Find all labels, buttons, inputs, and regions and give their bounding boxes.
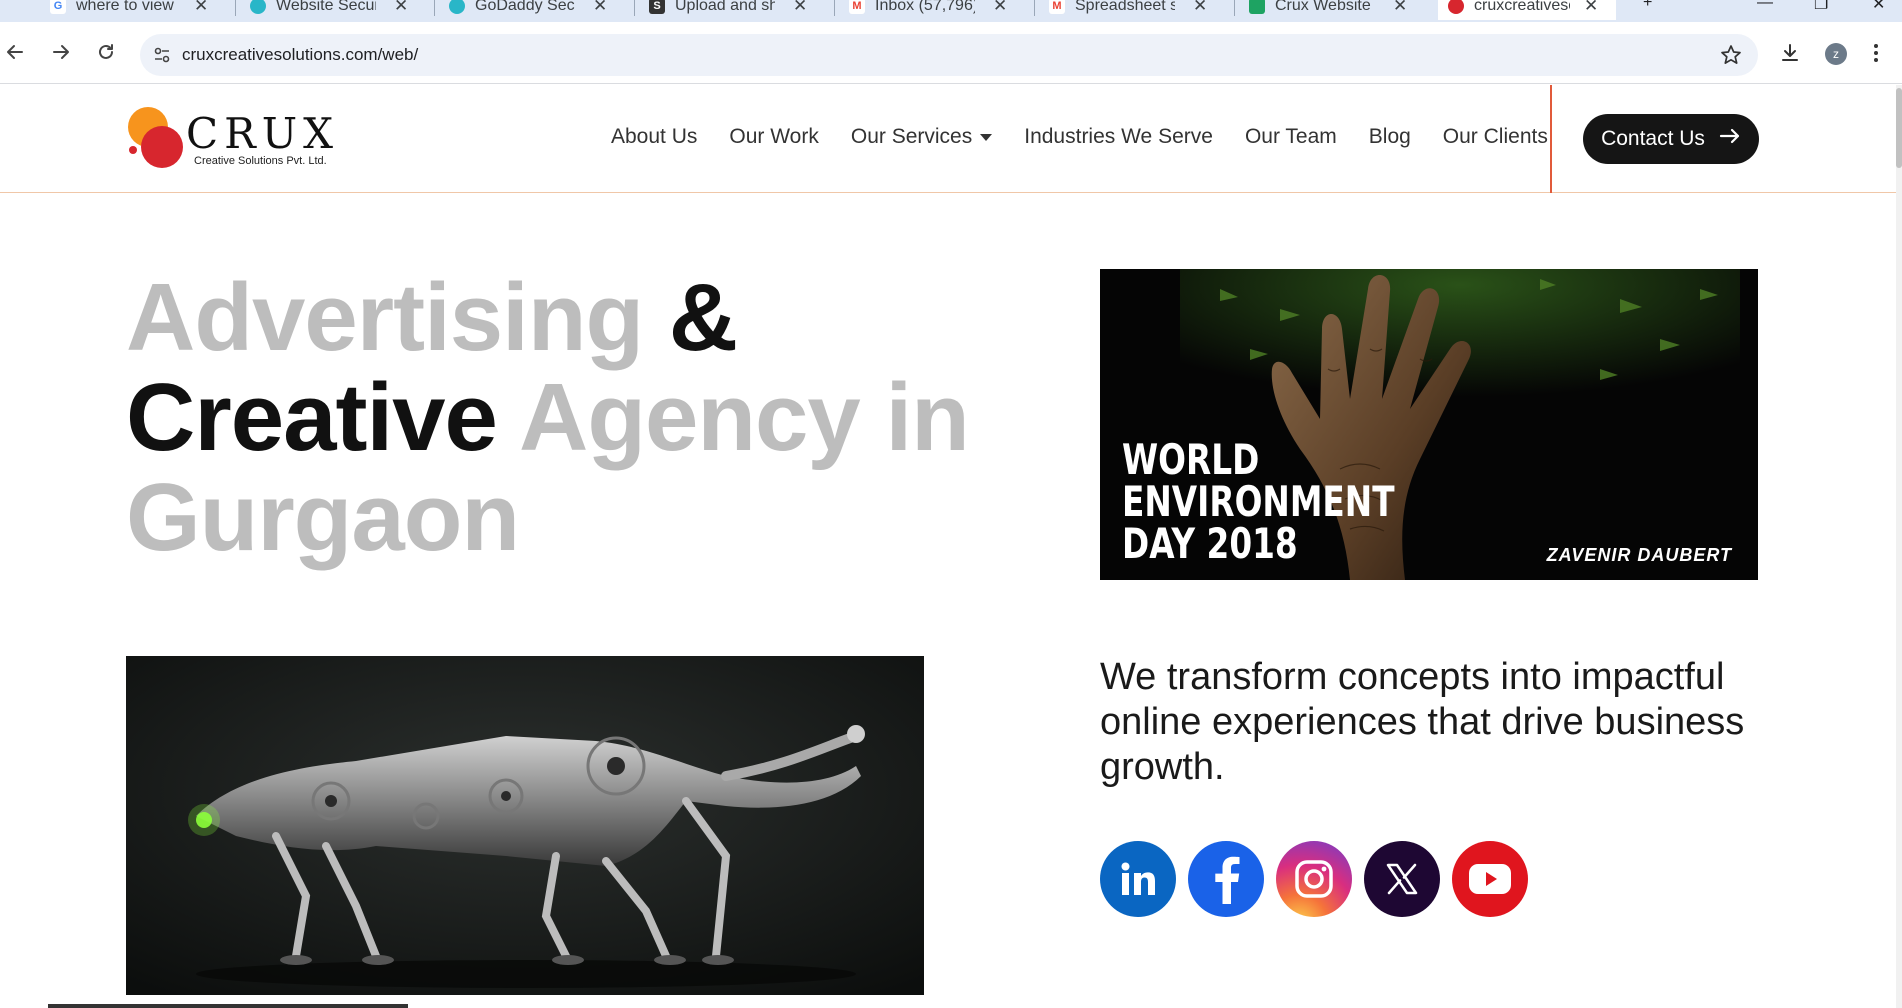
tab-website-security[interactable]: Website Security ✕ [250,0,408,20]
tab-separator [235,0,236,16]
linkedin-icon[interactable] [1100,841,1176,917]
tab-crux-active[interactable]: cruxcreativesolu ✕ [1438,0,1616,20]
browser-menu-icon[interactable] [1872,42,1880,69]
tab-label: where to view m [76,0,176,14]
site-header: CRUX Creative Solutions Pvt. Ltd. About … [0,85,1896,193]
youtube-icon[interactable] [1452,841,1528,917]
nav-about-us[interactable]: About Us [611,125,697,149]
contact-us-button[interactable]: Contact Us [1583,114,1759,164]
tab-label: Upload and shar [675,0,775,14]
arrow-right-icon [1719,127,1741,151]
hero-word-ampersand: & [668,264,738,371]
bookmark-star-icon[interactable] [1720,44,1742,71]
tab-separator [1234,0,1235,16]
tab-separator [834,0,835,16]
nav-our-work[interactable]: Our Work [729,125,818,149]
tab-upload-share[interactable]: S Upload and shar ✕ [649,0,807,20]
robotic-cheetah-image [126,656,924,995]
hero-heading: Advertising & Creative Agency in Gurgaon [126,268,1026,568]
close-tab-icon[interactable]: ✕ [793,0,807,16]
gmail-icon: M [1049,0,1065,14]
caret-down-icon [980,133,993,141]
tab-gmail-inbox[interactable]: M Inbox (57,796) - ✕ [849,0,1007,20]
social-links [1100,841,1540,917]
nav-our-services[interactable]: Our Services [850,125,993,149]
close-tab-icon[interactable]: ✕ [1193,0,1207,16]
downloads-icon[interactable] [1779,42,1801,69]
logo-tagline: Creative Solutions Pvt. Ltd. [194,155,327,167]
close-tab-icon[interactable]: ✕ [1393,0,1407,16]
nav-our-clients[interactable]: Our Clients [1443,125,1548,149]
hero-word-agency-in: Agency in [519,364,970,471]
tab-label: cruxcreativesolu [1474,0,1570,14]
sb-icon: S [649,0,665,14]
window-close-icon[interactable]: ✕ [1872,0,1885,14]
gmail-icon: M [849,0,865,14]
tab-label: Spreadsheet sha [1075,0,1175,14]
env-title-line-3: DAY 2018 [1122,519,1298,568]
close-tab-icon[interactable]: ✕ [194,0,208,16]
header-divider [1550,85,1552,193]
tab-label: Crux Website pr [1275,0,1375,14]
env-day-title: WORLD ENVIRONMENT DAY 2018 [1122,439,1395,565]
world-environment-day-image: WORLD ENVIRONMENT DAY 2018 ZAVENIR DAUBE… [1100,269,1758,580]
tab-separator [1034,0,1035,16]
hero-word-creative: Creative [126,364,498,471]
nav-industries[interactable]: Industries We Serve [1024,125,1213,149]
page-scrollbar-thumb[interactable] [1896,88,1902,168]
nav-our-team[interactable]: Our Team [1245,125,1337,149]
new-tab-icon[interactable]: + [1643,0,1652,12]
close-tab-icon[interactable]: ✕ [1584,0,1598,16]
facebook-icon[interactable] [1188,841,1264,917]
tab-separator [634,0,635,16]
hero-word-advertising: Advertising [126,264,644,371]
tab-spreadsheet-share[interactable]: M Spreadsheet sha ✕ [1049,0,1207,20]
google-icon: G [50,0,66,14]
crux-logo[interactable]: CRUX Creative Solutions Pvt. Ltd. [126,105,336,171]
instagram-icon[interactable] [1276,841,1352,917]
sucuri-icon [250,0,266,14]
nav-our-services-label: Our Services [850,125,973,148]
url-text: cruxcreativesolutions.com/web/ [182,45,419,64]
robotic-cheetah-illustration [126,656,924,995]
maximize-icon[interactable]: ❐ [1814,0,1828,14]
nav-blog[interactable]: Blog [1369,125,1411,149]
profile-avatar[interactable]: z [1825,43,1847,65]
sheets-icon [1249,0,1265,14]
browser-toolbar: cruxcreativesolutions.com/web/ z [0,22,1902,84]
x-twitter-icon[interactable] [1364,841,1440,917]
contact-us-label: Contact Us [1601,127,1705,150]
logo-wordmark: CRUX [186,109,340,158]
forward-icon[interactable] [50,41,72,63]
sucuri-icon [449,0,465,14]
site-info-icon[interactable] [150,43,174,67]
env-signature: ZAVENIR DAUBERT [1546,545,1732,565]
back-icon[interactable] [4,41,26,63]
tab-strip: G where to view m ✕ Website Security ✕ G… [0,0,1902,22]
minimize-icon[interactable]: — [1757,0,1773,12]
tab-separator [434,0,435,16]
reload-icon[interactable] [95,41,117,63]
env-title-line-2: ENVIRONMENT [1122,477,1395,526]
tab-label: Inbox (57,796) - [875,0,975,14]
tab-label: GoDaddy Securit [475,0,575,14]
env-title-line-1: WORLD [1122,435,1260,484]
hero-tagline: We transform concepts into impactful onl… [1100,656,1745,788]
browser-window: G where to view m ✕ Website Security ✕ G… [0,0,1902,1008]
hero-word-gurgaon: Gurgaon [126,464,520,571]
main-nav: About Us Our Work Our Services Industrie… [611,125,1580,149]
close-tab-icon[interactable]: ✕ [593,0,607,16]
crux-favicon-icon [1448,0,1464,14]
tab-crux-website[interactable]: Crux Website pr ✕ [1249,0,1407,20]
tab-google-search[interactable]: G where to view m ✕ [50,0,208,20]
close-tab-icon[interactable]: ✕ [394,0,408,16]
tab-label: Website Security [276,0,376,14]
address-bar[interactable]: cruxcreativesolutions.com/web/ [140,34,1758,76]
page-scrollbar-track[interactable] [1896,85,1902,1008]
close-tab-icon[interactable]: ✕ [993,0,1007,16]
tab-godaddy-security[interactable]: GoDaddy Securit ✕ [449,0,607,20]
horizontal-scroll-indicator [48,1004,408,1008]
